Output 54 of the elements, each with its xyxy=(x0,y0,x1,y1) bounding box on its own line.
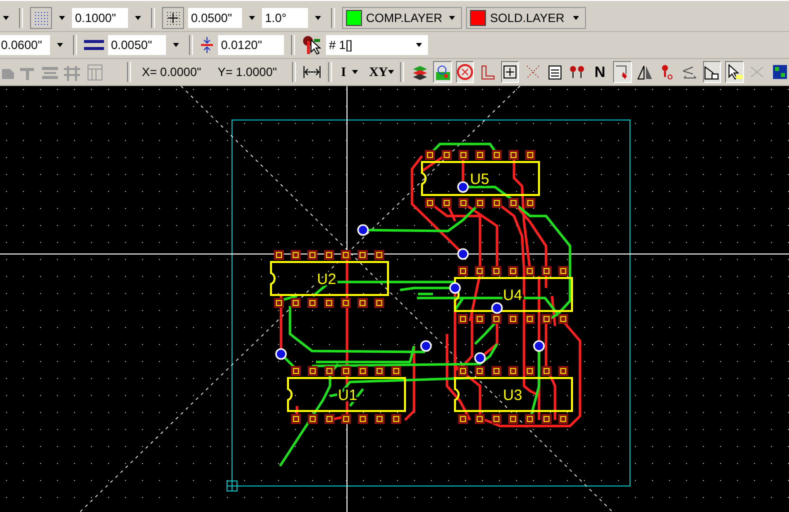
caret-icon[interactable] xyxy=(249,16,255,20)
caret-icon[interactable] xyxy=(135,16,141,20)
toolbar-button[interactable]: N xyxy=(590,61,610,83)
line-width-icon[interactable] xyxy=(84,39,104,51)
via-icon xyxy=(357,224,369,236)
tee-icon xyxy=(20,68,34,80)
component-label: U3 xyxy=(503,387,522,404)
via-icon xyxy=(275,348,287,360)
caret-icon[interactable] xyxy=(315,16,321,20)
toolbar-dropdown[interactable]: I xyxy=(338,64,364,80)
target-tool-icon[interactable] xyxy=(433,61,452,83)
caret-icon[interactable] xyxy=(59,16,65,20)
snap-size-field[interactable]: 0.0500" xyxy=(188,8,242,28)
clearance-field[interactable]: 0.0120" xyxy=(218,35,284,55)
layer-dropdown[interactable]: SOLD.LAYER xyxy=(466,7,586,29)
house-pointer-tool-icon[interactable] xyxy=(703,61,722,83)
pin-pointer-icon[interactable] xyxy=(302,35,322,55)
chip-footprint[interactable] xyxy=(287,366,406,424)
x-coordinate: X= 0.0000" xyxy=(142,65,202,79)
origin-marker-icon xyxy=(226,480,238,492)
caret-icon[interactable] xyxy=(173,43,179,47)
via-icon xyxy=(457,248,469,260)
clearance-icon[interactable] xyxy=(200,36,214,54)
via-icon xyxy=(474,352,486,364)
caret-icon[interactable] xyxy=(57,43,63,47)
via-icon xyxy=(420,340,432,352)
chip-footprint[interactable] xyxy=(454,366,573,424)
pad-shape-icon xyxy=(2,69,14,79)
angle-field[interactable]: 1.0° xyxy=(262,8,308,28)
via-icon xyxy=(491,302,503,314)
align-icon xyxy=(42,67,58,79)
cursor-tool-icon[interactable] xyxy=(725,61,744,83)
circle-x-tool-icon[interactable] xyxy=(456,61,474,83)
y-coordinate: Y= 1.0000" xyxy=(218,65,278,79)
hash-grid-icon xyxy=(63,65,81,81)
via-icon xyxy=(533,340,545,352)
caret-icon[interactable] xyxy=(3,16,9,20)
snap-grid-icon[interactable] xyxy=(162,7,184,29)
grid-icon[interactable] xyxy=(30,7,52,29)
measure-icon[interactable] xyxy=(303,66,322,78)
chip-footprint[interactable] xyxy=(270,250,389,308)
grid-size-field[interactable]: 0.1000" xyxy=(72,8,128,28)
component-label: U5 xyxy=(470,171,490,188)
via-icon xyxy=(449,282,461,294)
trace-width-field[interactable]: 0.0600" xyxy=(0,35,50,55)
toolbar-dropdown[interactable]: XY xyxy=(367,64,394,80)
chip-footprint[interactable] xyxy=(421,150,540,208)
net-dropdown[interactable]: # 1[] xyxy=(326,35,428,55)
line-width-field[interactable]: 0.0050" xyxy=(108,35,166,55)
plus-square-tool-icon[interactable] xyxy=(500,61,520,83)
layer-dropdown[interactable]: COMP.LAYER xyxy=(342,7,462,29)
table-icon xyxy=(88,64,102,80)
chip-footprint[interactable] xyxy=(454,266,573,324)
via-icon xyxy=(457,181,469,193)
